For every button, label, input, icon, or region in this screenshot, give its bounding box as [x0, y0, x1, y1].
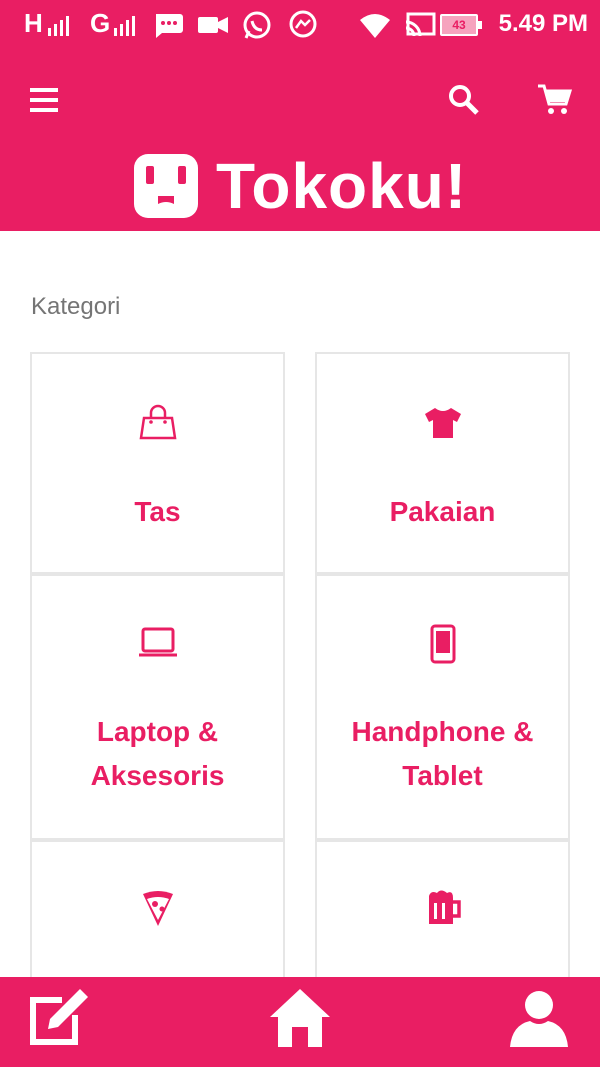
category-card-food[interactable] [30, 840, 285, 977]
category-card-handphone[interactable]: Handphone & Tablet [315, 574, 570, 840]
bottom-nav [0, 977, 600, 1067]
search-icon[interactable] [448, 84, 480, 116]
category-label: Pakaian [389, 496, 496, 527]
cart-icon[interactable] [536, 82, 572, 116]
signal-bars-icon-2 [114, 16, 135, 36]
signal-bars-icon-1 [48, 16, 69, 36]
category-label-line2: Aksesoris [90, 760, 225, 791]
section-title: Kategori [31, 293, 121, 320]
brand-title: Tokoku! [216, 150, 468, 222]
signal-type-1: H [24, 8, 43, 38]
logo-icon [134, 154, 198, 218]
chat-icon [156, 14, 183, 38]
edit-icon[interactable] [26, 985, 92, 1047]
main-content: Kategori Tas Pakaian Laptop & Aksesoris … [0, 231, 600, 977]
category-label-line2: Tablet [402, 760, 483, 791]
category-card-laptop[interactable]: Laptop & Aksesoris [30, 574, 285, 840]
status-bar: H G 43 5.49 PM [0, 0, 600, 50]
profile-icon[interactable] [508, 987, 570, 1049]
hamburger-icon[interactable] [28, 86, 60, 114]
wifi-icon [360, 14, 390, 38]
whatsapp-icon [243, 11, 271, 39]
category-label-line1: Handphone & [351, 716, 534, 747]
messenger-icon [289, 10, 317, 38]
bag-icon [139, 404, 176, 440]
video-icon [198, 17, 228, 33]
home-icon[interactable] [268, 987, 332, 1049]
cast-icon [405, 12, 436, 37]
pizza-icon [142, 891, 173, 926]
clock: 5.49 PM [498, 10, 588, 37]
category-label-line1: Laptop & [96, 716, 219, 747]
battery-icon: 43 [440, 14, 482, 36]
laptop-icon [138, 627, 177, 657]
category-card-pakaian[interactable]: Pakaian [315, 352, 570, 574]
category-label: Tas [134, 496, 181, 527]
shirt-icon [424, 408, 461, 438]
phone-icon [430, 624, 455, 664]
brand: Tokoku! [132, 146, 467, 226]
beer-mug-icon [428, 890, 461, 924]
category-card-tas[interactable]: Tas [30, 352, 285, 574]
signal-type-2: G [90, 8, 111, 38]
category-card-drinks[interactable] [315, 840, 570, 977]
